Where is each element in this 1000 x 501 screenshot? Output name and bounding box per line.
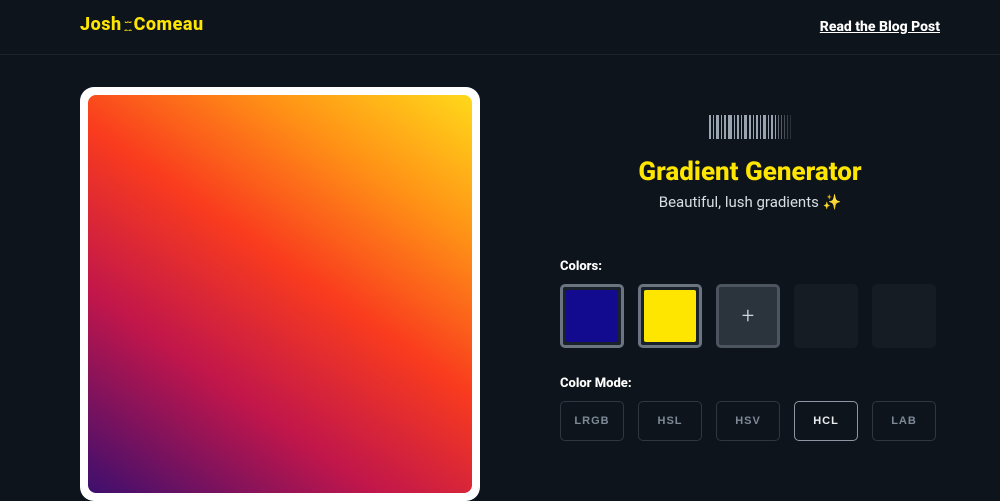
logo[interactable]: Josh ˘˘ ˆˆ Comeau <box>80 14 204 40</box>
mode-button-hsv[interactable]: HSV <box>716 401 780 441</box>
logo-text-left: Josh <box>80 14 122 35</box>
blog-post-link[interactable]: Read the Blog Post <box>820 19 940 35</box>
color-swatch-empty-1 <box>794 284 858 348</box>
gradient-preview-frame <box>80 87 480 501</box>
mode-button-lrgb[interactable]: LRGB <box>560 401 624 441</box>
color-swatch-2-fill <box>644 290 696 342</box>
color-mode-row: LRGB HSL HSV HCL LAB <box>560 401 940 441</box>
gradient-preview <box>88 95 472 493</box>
color-swatch-empty-2 <box>872 284 936 348</box>
page-subtitle: Beautiful, lush gradients ✨ <box>560 193 940 211</box>
barcode-icon <box>560 115 940 139</box>
mode-button-lab[interactable]: LAB <box>872 401 936 441</box>
add-color-button[interactable]: + <box>716 284 780 348</box>
page-title: Gradient Generator <box>560 157 940 187</box>
mode-button-hcl[interactable]: HCL <box>794 401 858 441</box>
colors-label: Colors: <box>560 259 940 274</box>
plus-icon: + <box>742 304 754 329</box>
color-swatch-2[interactable] <box>638 284 702 348</box>
color-swatch-1-fill <box>566 290 618 342</box>
logo-text-right: Comeau <box>134 14 204 35</box>
color-mode-label: Color Mode: <box>560 376 940 391</box>
color-swatch-1[interactable] <box>560 284 624 348</box>
logo-w-icon: ˘˘ ˆˆ <box>124 23 132 39</box>
color-swatch-row: + <box>560 284 940 348</box>
mode-button-hsl[interactable]: HSL <box>638 401 702 441</box>
